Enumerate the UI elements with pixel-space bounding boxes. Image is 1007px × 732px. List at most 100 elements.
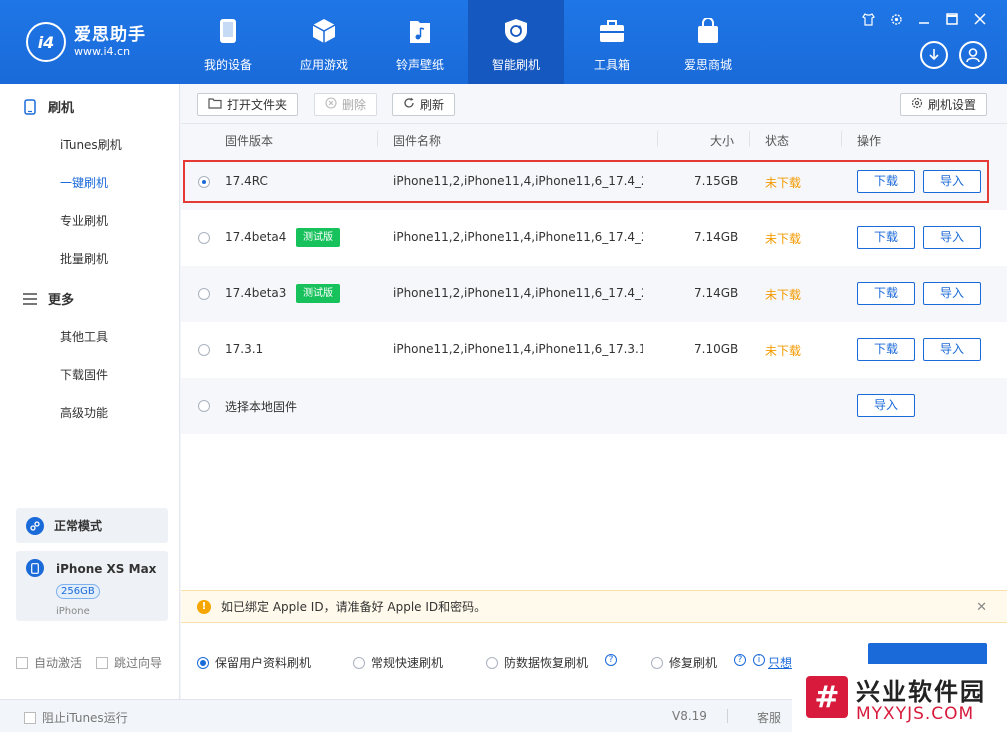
- download-button[interactable]: 下载: [857, 282, 915, 305]
- beta-badge: 测试版: [296, 228, 340, 247]
- auto-activate-checkbox[interactable]: 自动激活: [16, 654, 82, 671]
- download-button[interactable]: 下载: [857, 338, 915, 361]
- only-want-link[interactable]: 只想: [768, 654, 792, 671]
- customer-service-link[interactable]: 客服: [757, 709, 781, 726]
- firmware-name: iPhone11,2,iPhone11,4,iPhone11,6_17.4_2.…: [393, 286, 643, 300]
- user-account-icon[interactable]: [959, 41, 987, 69]
- firmware-version: 17.4beta4: [225, 230, 287, 244]
- firmware-name: iPhone11,2,iPhone11,4,iPhone11,6_17.3.1.…: [393, 342, 643, 356]
- device-mode: 正常模式: [16, 508, 168, 543]
- import-button[interactable]: 导入: [923, 282, 981, 305]
- refresh-shield-icon: [503, 18, 529, 44]
- app-url: www.i4.cn: [74, 45, 131, 58]
- firmware-status: 未下载: [765, 344, 802, 358]
- firmware-radio[interactable]: [198, 288, 210, 300]
- table-row[interactable]: 17.3.1 iPhone11,2,iPhone11,4,iPhone11,6_…: [181, 322, 1007, 378]
- import-button[interactable]: 导入: [923, 338, 981, 361]
- flash-settings-button[interactable]: 刷机设置: [900, 93, 988, 116]
- local-import-button[interactable]: 导入: [857, 394, 915, 417]
- nav-ringtones-wallpapers[interactable]: 铃声壁纸: [372, 0, 468, 84]
- menu-icon: [22, 291, 38, 307]
- delete-button[interactable]: 删除: [314, 93, 378, 116]
- settings-gear-icon[interactable]: [889, 12, 903, 26]
- option-anti-recovery[interactable]: 防数据恢复刷机: [486, 654, 588, 671]
- firmware-status: 未下载: [765, 232, 802, 246]
- link-mode-icon: [26, 516, 44, 535]
- device-name: iPhone XS Max: [56, 562, 157, 576]
- folder-icon: [208, 97, 222, 112]
- sidebar-item-other-tools[interactable]: 其他工具: [60, 328, 108, 345]
- device-card[interactable]: iPhone XS Max 256GB iPhone: [16, 551, 168, 621]
- download-manager-icon[interactable]: [920, 41, 948, 69]
- gear-icon: [911, 97, 923, 112]
- nav-my-device[interactable]: 我的设备: [180, 0, 276, 84]
- nav-smart-flash[interactable]: 智能刷机: [468, 0, 564, 84]
- site-watermark: # 兴业软件园 MYXYJS.COM: [792, 664, 1007, 732]
- nav-toolbox[interactable]: 工具箱: [564, 0, 660, 84]
- open-folder-button[interactable]: 打开文件夹: [197, 93, 299, 116]
- header-action: 操作: [857, 134, 882, 148]
- warning-icon: !: [197, 599, 211, 614]
- logo-badge: i4: [26, 22, 66, 62]
- sidebar-section-more[interactable]: 更多: [22, 289, 74, 308]
- watermark-url: MYXYJS.COM: [856, 704, 975, 724]
- table-header: 固件版本 固件名称 大小 状态 操作: [181, 124, 1007, 154]
- refresh-button[interactable]: 刷新: [392, 93, 456, 116]
- skip-guide-checkbox[interactable]: 跳过向导: [96, 654, 162, 671]
- option-keep-data[interactable]: 保留用户资料刷机: [197, 654, 311, 671]
- sidebar-item-batch-flash[interactable]: 批量刷机: [60, 250, 108, 267]
- minimize-icon[interactable]: [917, 12, 931, 26]
- sidebar-item-itunes-flash[interactable]: iTunes刷机: [60, 136, 122, 153]
- local-firmware-row[interactable]: 选择本地固件 导入: [181, 378, 1007, 434]
- shopping-bag-icon: [695, 18, 721, 44]
- device-capacity-badge: 256GB: [56, 584, 100, 599]
- block-itunes-checkbox[interactable]: 阻止iTunes运行: [24, 709, 128, 726]
- watermark-title: 兴业软件园: [856, 678, 986, 706]
- help-icon[interactable]: ?: [734, 654, 746, 666]
- firmware-radio[interactable]: [198, 232, 210, 244]
- firmware-radio[interactable]: [198, 344, 210, 356]
- device-type: iPhone: [56, 606, 90, 617]
- import-button[interactable]: 导入: [923, 226, 981, 249]
- skin-icon[interactable]: [861, 12, 875, 26]
- help-icon[interactable]: ?: [605, 654, 617, 666]
- selected-row-highlight: [183, 160, 989, 203]
- close-icon[interactable]: [973, 12, 987, 26]
- firmware-version: 17.4beta3: [225, 286, 287, 300]
- nav-apps-games[interactable]: 应用游戏: [276, 0, 372, 84]
- beta-badge: 测试版: [296, 284, 340, 303]
- table-row[interactable]: 17.4beta3 测试版 iPhone11,2,iPhone11,4,iPho…: [181, 266, 1007, 322]
- firmware-version: 17.3.1: [225, 342, 264, 356]
- local-firmware-radio[interactable]: [198, 400, 210, 412]
- sidebar-section-flash[interactable]: 刷机: [22, 97, 74, 116]
- local-firmware-label: 选择本地固件: [225, 400, 298, 414]
- toolbox-icon: [599, 18, 625, 44]
- sidebar-item-pro-flash[interactable]: 专业刷机: [60, 212, 108, 229]
- hash-logo-icon: #: [806, 676, 848, 718]
- sidebar-options: 自动激活 跳过向导: [16, 654, 162, 671]
- main-nav: 我的设备 应用游戏 铃声壁纸 智能刷机 工具箱 爱思商城: [180, 0, 756, 84]
- notice-close-icon[interactable]: ✕: [976, 600, 987, 615]
- header-size: 大小: [710, 134, 735, 148]
- sidebar-item-one-click-flash[interactable]: 一键刷机: [60, 174, 108, 191]
- header-version: 固件版本: [225, 134, 274, 148]
- option-repair-flash[interactable]: 修复刷机: [651, 654, 717, 671]
- apple-id-notice: ! 如已绑定 Apple ID，请准备好 Apple ID和密码。 ✕: [181, 590, 1007, 623]
- table-row[interactable]: 17.4beta4 测试版 iPhone11,2,iPhone11,4,iPho…: [181, 210, 1007, 266]
- maximize-icon[interactable]: [945, 12, 959, 26]
- download-button[interactable]: 下载: [857, 226, 915, 249]
- header-status: 状态: [765, 134, 790, 148]
- sidebar-item-download-firmware[interactable]: 下载固件: [60, 366, 108, 383]
- nav-store[interactable]: 爱思商城: [660, 0, 756, 84]
- app-name: 爱思助手: [74, 25, 146, 45]
- refresh-icon: [403, 97, 415, 112]
- sidebar-item-advanced[interactable]: 高级功能: [60, 404, 108, 421]
- firmware-size: 7.10GB: [694, 342, 739, 356]
- device-phone-icon: [26, 559, 44, 577]
- option-quick-flash[interactable]: 常规快速刷机: [353, 654, 443, 671]
- phone-outline-icon: [22, 98, 38, 115]
- app-header: i4 爱思助手 www.i4.cn 我的设备 应用游戏 铃声壁纸 智能刷机 工具…: [0, 0, 1007, 84]
- toolbar: 打开文件夹 删除 刷新 刷机设置: [181, 84, 1007, 124]
- notice-text: 如已绑定 Apple ID，请准备好 Apple ID和密码。: [221, 600, 487, 614]
- firmware-size: 7.14GB: [694, 230, 739, 244]
